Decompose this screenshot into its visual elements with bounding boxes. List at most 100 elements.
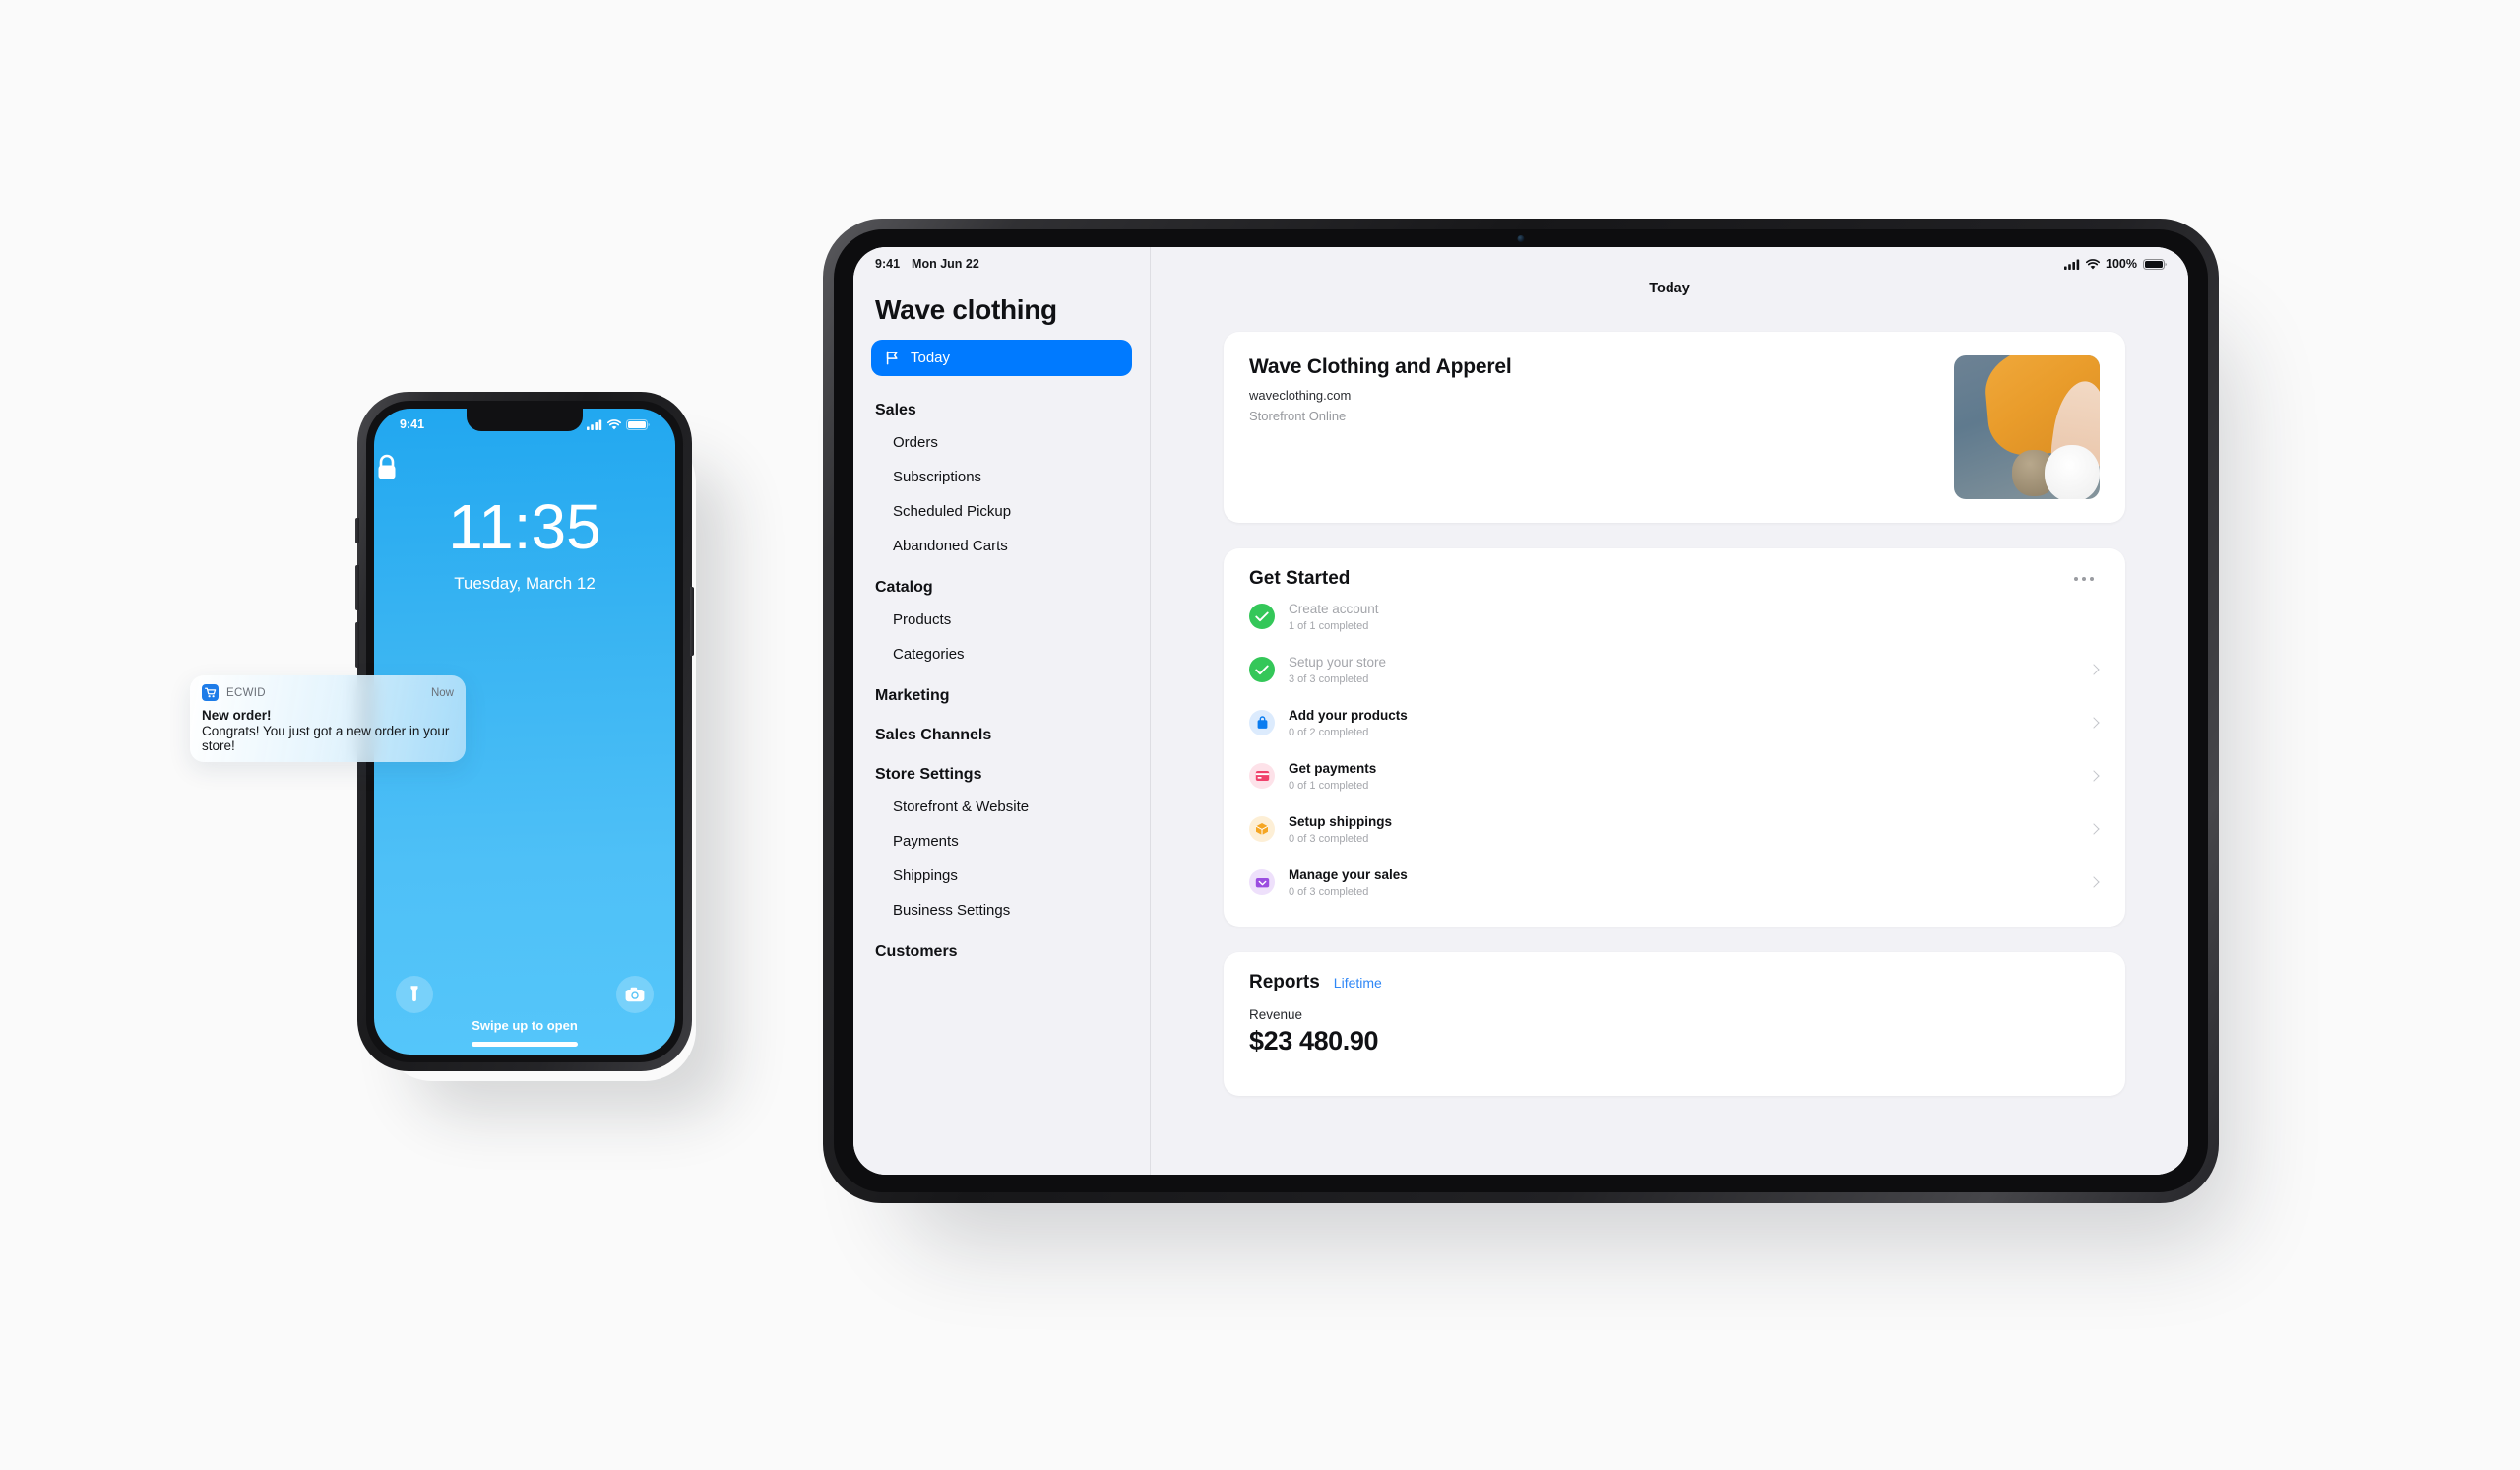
inbox-icon bbox=[1249, 869, 1275, 895]
phone-status-time: 9:41 bbox=[400, 417, 425, 431]
sidebar-heading-sales[interactable]: Sales bbox=[871, 392, 1132, 425]
camera-icon[interactable] bbox=[616, 976, 654, 1013]
sidebar-item-business-settings[interactable]: Business Settings bbox=[871, 893, 1132, 927]
sidebar-item-today[interactable]: Today bbox=[871, 340, 1132, 376]
get-started-card: Get Started Create account 1 of 1 comple… bbox=[1224, 548, 2125, 927]
phone-power-button[interactable] bbox=[690, 587, 694, 656]
sidebar-item-abandoned-carts[interactable]: Abandoned Carts bbox=[871, 529, 1132, 563]
sidebar-item-orders[interactable]: Orders bbox=[871, 425, 1132, 460]
checklist-item-label: Create account bbox=[1289, 602, 1379, 616]
bag-icon bbox=[1249, 710, 1275, 735]
lock-icon bbox=[374, 453, 675, 482]
sidebar-item-today-label: Today bbox=[911, 350, 951, 366]
checklist-item-progress: 0 of 2 completed bbox=[1289, 727, 1369, 738]
checklist-item-label: Manage your sales bbox=[1289, 867, 1408, 882]
store-thumbnail-image bbox=[1954, 355, 2100, 499]
ipad-bezel: 9:41 Mon Jun 22 Wave clothing Today Sale… bbox=[834, 229, 2208, 1192]
checklist-item-get-payments[interactable]: Get payments 0 of 1 completed bbox=[1249, 749, 2100, 802]
revenue-value: $23 480.90 bbox=[1249, 1026, 1379, 1055]
phone-volume-up-button[interactable] bbox=[355, 565, 359, 610]
phone-mute-switch[interactable] bbox=[355, 518, 359, 543]
page-title: Today bbox=[1649, 281, 1690, 296]
notification-header: ECWID Now bbox=[202, 684, 454, 701]
credit-card-icon bbox=[1249, 763, 1275, 789]
store-card-info: Wave Clothing and Apperel waveclothing.c… bbox=[1249, 355, 1954, 499]
flashlight-icon[interactable] bbox=[396, 976, 433, 1013]
sidebar-heading-store-settings[interactable]: Store Settings bbox=[871, 756, 1132, 790]
sidebar-group-catalog: Catalog Products Categories bbox=[871, 569, 1132, 671]
checklist-item-progress: 1 of 1 completed bbox=[1289, 620, 1369, 632]
sidebar-group-customers: Customers bbox=[871, 933, 1132, 967]
ipad-screen: 9:41 Mon Jun 22 Wave clothing Today Sale… bbox=[853, 247, 2188, 1175]
checklist-item-progress: 0 of 1 completed bbox=[1289, 780, 1369, 792]
notification-title: New order! bbox=[202, 708, 272, 723]
swipe-hint-text: Swipe up to open bbox=[472, 1018, 578, 1033]
store-card[interactable]: Wave Clothing and Apperel waveclothing.c… bbox=[1224, 332, 2125, 523]
sidebar-heading-catalog[interactable]: Catalog bbox=[871, 569, 1132, 603]
phone-date: Tuesday, March 12 bbox=[454, 574, 596, 593]
phone-clock: 11:35 bbox=[448, 491, 601, 562]
store-name-heading: Wave clothing bbox=[875, 294, 1057, 325]
checklist-item-add-your-products[interactable]: Add your products 0 of 2 completed bbox=[1249, 696, 2100, 749]
checklist-item-create-account[interactable]: Create account 1 of 1 completed bbox=[1249, 590, 2100, 643]
phone-status-bar: 9:41 bbox=[374, 413, 675, 436]
sidebar-item-storefront-website[interactable]: Storefront & Website bbox=[871, 790, 1132, 824]
chevron-right-icon bbox=[2088, 664, 2100, 675]
wifi-icon bbox=[2086, 258, 2101, 270]
sidebar-item-products[interactable]: Products bbox=[871, 603, 1132, 637]
checklist-item-label: Get payments bbox=[1289, 761, 1377, 776]
chevron-right-icon bbox=[2088, 876, 2100, 888]
chevron-right-icon bbox=[2088, 823, 2100, 835]
notification-time: Now bbox=[430, 686, 454, 699]
sidebar-item-sales-channels[interactable]: Sales Channels bbox=[871, 717, 1132, 750]
sidebar-group-sales: Sales Orders Subscriptions Scheduled Pic… bbox=[871, 392, 1132, 563]
tablet-status-bar-left: 9:41 Mon Jun 22 bbox=[871, 247, 1132, 281]
content-scroll-area[interactable]: Wave Clothing and Apperel waveclothing.c… bbox=[1151, 281, 2188, 1096]
home-indicator[interactable] bbox=[472, 1042, 578, 1047]
cellular-signal-icon bbox=[2064, 259, 2080, 270]
ipad-device: 9:41 Mon Jun 22 Wave clothing Today Sale… bbox=[823, 219, 2219, 1203]
sidebar-group-marketing: Marketing bbox=[871, 677, 1132, 711]
sidebar-item-categories[interactable]: Categories bbox=[871, 637, 1132, 671]
sidebar-item-subscriptions[interactable]: Subscriptions bbox=[871, 460, 1132, 494]
sidebar-item-payments[interactable]: Payments bbox=[871, 824, 1132, 859]
chevron-right-icon bbox=[2088, 717, 2100, 729]
check-icon bbox=[1249, 604, 1275, 629]
main-content: 100% Today Wave Clothing and Apperel wav… bbox=[1151, 247, 2188, 1175]
front-camera-icon bbox=[1517, 235, 1525, 242]
checklist-item-manage-your-sales[interactable]: Manage your sales 0 of 3 completed bbox=[1249, 856, 2100, 909]
checklist-item-label: Add your products bbox=[1289, 708, 1408, 723]
shopping-cart-icon bbox=[202, 684, 219, 701]
cellular-signal-icon bbox=[587, 419, 602, 430]
reports-period-selector[interactable]: Lifetime bbox=[1334, 975, 1382, 991]
checklist-item-label: Setup your store bbox=[1289, 655, 1387, 670]
notification-body: Congrats! You just got a new order in yo… bbox=[202, 724, 450, 753]
sidebar-group-sales-channels: Sales Channels bbox=[871, 717, 1132, 750]
notification-banner[interactable]: ECWID Now New order! Congrats! You just … bbox=[190, 675, 466, 762]
store-card-name: Wave Clothing and Apperel bbox=[1249, 355, 1512, 378]
checklist-item-progress: 3 of 3 completed bbox=[1289, 673, 1369, 685]
battery-percent-label: 100% bbox=[2106, 257, 2137, 271]
mockup-stage: 9:41 11:35 Tuesday, March 12 Swipe up to… bbox=[0, 0, 2520, 1470]
sidebar-item-customers[interactable]: Customers bbox=[871, 933, 1132, 967]
sidebar-item-shippings[interactable]: Shippings bbox=[871, 859, 1132, 893]
reports-header: Reports Lifetime bbox=[1249, 972, 2100, 993]
sidebar-item-scheduled-pickup[interactable]: Scheduled Pickup bbox=[871, 494, 1132, 529]
phone-volume-down-button[interactable] bbox=[355, 622, 359, 668]
checklist-item-progress: 0 of 3 completed bbox=[1289, 833, 1369, 845]
store-card-url[interactable]: waveclothing.com bbox=[1249, 388, 1954, 403]
checklist-item-setup-shippings[interactable]: Setup shippings 0 of 3 completed bbox=[1249, 802, 2100, 856]
sidebar-item-marketing[interactable]: Marketing bbox=[871, 677, 1132, 711]
tablet-status-bar-right: 100% bbox=[1151, 247, 2188, 281]
ellipsis-icon[interactable] bbox=[2068, 571, 2100, 587]
ipad-body: 9:41 Mon Jun 22 Wave clothing Today Sale… bbox=[823, 219, 2219, 1203]
battery-icon bbox=[626, 418, 650, 430]
chevron-right-icon bbox=[2088, 770, 2100, 782]
sidebar-group-store-settings: Store Settings Storefront & Website Paym… bbox=[871, 756, 1132, 927]
tablet-status-time: 9:41 bbox=[875, 257, 901, 271]
get-started-header: Get Started bbox=[1249, 568, 2100, 590]
sidebar: 9:41 Mon Jun 22 Wave clothing Today Sale… bbox=[853, 247, 1151, 1175]
phone-quick-actions bbox=[374, 976, 675, 1013]
box-icon bbox=[1249, 816, 1275, 842]
checklist-item-setup-your-store[interactable]: Setup your store 3 of 3 completed bbox=[1249, 643, 2100, 696]
